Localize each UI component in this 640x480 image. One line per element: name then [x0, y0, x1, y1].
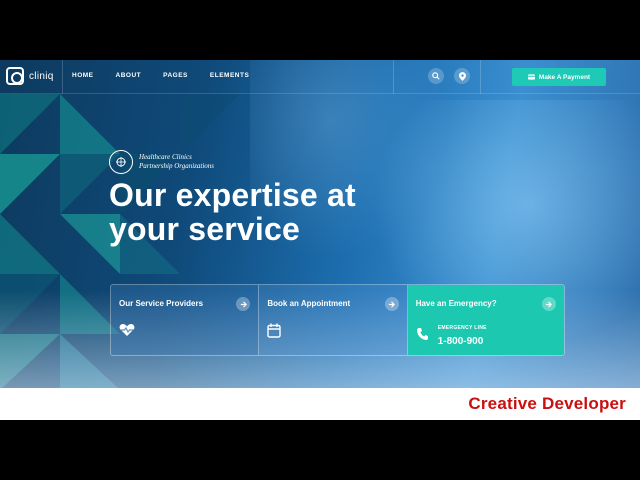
service-cards: Our Service Providers Book an Appointmen…	[110, 284, 565, 356]
watermark-banner: Creative Developer	[0, 388, 640, 420]
website-hero-screen: cliniq HOME ABOUT PAGES ELEMENTS Make A …	[0, 60, 640, 420]
nav-links: HOME ABOUT PAGES ELEMENTS	[72, 72, 249, 79]
nav-link-home[interactable]: HOME	[72, 72, 94, 79]
badge-line-1: Healthcare Clinics	[139, 153, 192, 161]
nav-divider	[393, 60, 394, 94]
payment-button-label: Make A Payment	[538, 73, 591, 81]
location-pin-icon[interactable]	[454, 68, 470, 84]
nav-divider	[62, 60, 63, 94]
un-emblem-icon	[109, 150, 133, 174]
emergency-line-label: EMERGENCY LINE	[437, 325, 487, 331]
heart-pulse-icon	[119, 323, 135, 342]
search-icon[interactable]	[428, 68, 444, 84]
hero-headline: Our expertise at your service	[109, 178, 356, 246]
logo-icon	[6, 67, 24, 85]
nav-link-elements[interactable]: ELEMENTS	[210, 72, 249, 79]
badge-line-2: Partnership Organizations	[139, 162, 214, 170]
nav-link-about[interactable]: ABOUT	[116, 72, 142, 79]
nav-link-pages[interactable]: PAGES	[163, 72, 188, 79]
card-title: Book an Appointment	[267, 299, 351, 308]
calendar-icon	[267, 323, 282, 343]
headline-line-1: Our expertise at	[109, 177, 356, 213]
arrow-right-icon[interactable]	[541, 297, 556, 311]
arrow-right-icon[interactable]	[236, 297, 251, 311]
banner-text: Creative Developer	[468, 394, 626, 413]
card-emergency[interactable]: Have an Emergency? EMERGENCY LINE 1-800-…	[407, 285, 564, 355]
card-title: Have an Emergency?	[415, 299, 497, 308]
make-payment-button[interactable]: Make A Payment	[512, 68, 606, 86]
arrow-right-icon[interactable]	[384, 297, 399, 311]
partnership-badge: Healthcare Clinics Partnership Organizat…	[109, 150, 214, 174]
wallet-icon	[527, 74, 535, 80]
top-navbar: cliniq HOME ABOUT PAGES ELEMENTS Make A …	[0, 60, 640, 94]
card-book-appointment[interactable]: Book an Appointment	[259, 285, 408, 355]
headline-line-2: your service	[109, 211, 300, 247]
brand-logo[interactable]: cliniq	[6, 67, 54, 85]
phone-icon	[416, 327, 428, 346]
card-title: Our Service Providers	[119, 299, 204, 308]
logo-text: cliniq	[29, 70, 54, 82]
nav-divider	[480, 60, 481, 94]
emergency-phone-number[interactable]: 1-800-900	[438, 336, 484, 347]
card-service-providers[interactable]: Our Service Providers	[111, 285, 260, 355]
